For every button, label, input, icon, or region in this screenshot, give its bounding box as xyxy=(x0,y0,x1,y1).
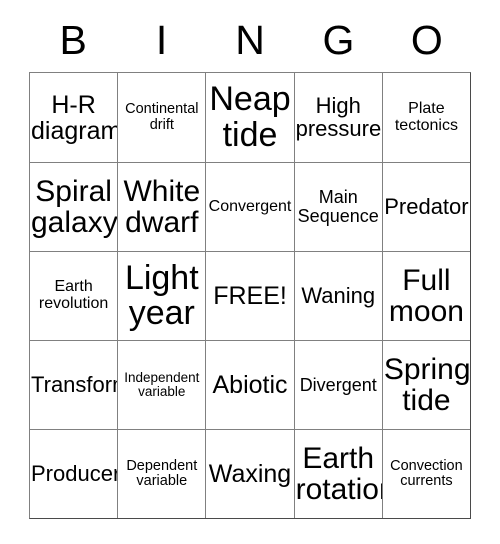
bingo-cell-label: Plate tectonics xyxy=(394,99,458,134)
bingo-cell-label: Earth revolution xyxy=(38,278,109,312)
bingo-cell[interactable]: Producer xyxy=(30,429,118,518)
bingo-cell[interactable]: Divergent xyxy=(293,340,382,429)
bingo-row: Earth revolution Light year FREE! Waning Ful… xyxy=(30,251,471,340)
bingo-header-letter-g: G xyxy=(294,8,382,72)
bingo-cell-label: Neap tide xyxy=(209,80,291,154)
bingo-cell-label: Convection currents xyxy=(390,457,463,489)
bingo-cell[interactable]: Waning xyxy=(293,251,382,340)
bingo-cell-label: Divergent xyxy=(299,374,377,395)
bingo-cell[interactable]: White dwarf xyxy=(117,162,206,251)
bingo-cell-label: Light year xyxy=(124,258,199,332)
bingo-cell[interactable]: Neap tide xyxy=(205,73,294,162)
bingo-cell[interactable]: Convection currents xyxy=(381,429,471,518)
bingo-cell-label: Dependent variable xyxy=(126,457,198,489)
bingo-card: B I N G O H-R diagram Continental drift Ne… xyxy=(29,8,471,519)
bingo-cell-label: Spring tide xyxy=(383,352,471,417)
bingo-cell[interactable]: High pressure xyxy=(293,73,382,162)
bingo-grid: H-R diagram Continental drift Neap tide Hig… xyxy=(29,72,471,519)
bingo-cell-label: H-R diagram xyxy=(31,90,118,145)
header-letter-text: N xyxy=(235,16,265,63)
bingo-cell-label: Independent variable xyxy=(124,369,200,399)
bingo-cell[interactable]: Full moon xyxy=(381,251,471,340)
bingo-cell-label: High pressure xyxy=(295,92,382,141)
bingo-cell-label: Full moon xyxy=(388,263,464,328)
bingo-cell[interactable]: Plate tectonics xyxy=(381,73,471,162)
bingo-cell-label: Waning xyxy=(301,282,376,308)
bingo-cell[interactable]: H-R diagram xyxy=(30,73,118,162)
bingo-cell[interactable]: Earth revolution xyxy=(30,251,118,340)
bingo-cell[interactable]: Earth rotation xyxy=(293,429,382,518)
bingo-cell[interactable]: Transform xyxy=(30,340,118,429)
bingo-header-letter-o: O xyxy=(383,8,471,72)
bingo-header-letter-b: B xyxy=(29,8,117,72)
bingo-cell[interactable]: Waxing xyxy=(205,429,294,518)
bingo-cell[interactable]: Spring tide xyxy=(381,340,471,429)
bingo-cell-label: Waxing xyxy=(208,460,292,488)
bingo-header-letter-n: N xyxy=(206,8,294,72)
bingo-cell-label: Spiral galaxy xyxy=(31,174,118,239)
bingo-cell[interactable]: Continental drift xyxy=(117,73,206,162)
header-letter-text: G xyxy=(322,16,355,63)
bingo-cell-label: Transform xyxy=(31,371,117,397)
bingo-cell-label: Continental drift xyxy=(125,101,199,133)
bingo-cell[interactable]: Dependent variable xyxy=(117,429,206,518)
bingo-cell[interactable]: Convergent xyxy=(205,162,294,251)
bingo-row: Spiral galaxy White dwarf Convergent Main S… xyxy=(30,162,471,251)
bingo-free-space-cell[interactable]: FREE! xyxy=(205,251,294,340)
bingo-cell-label: White dwarf xyxy=(123,174,201,239)
bingo-cell-label: Abiotic xyxy=(212,371,288,399)
bingo-cell-label: Convergent xyxy=(208,197,292,215)
bingo-row: Transform Independent variable Abiotic Dive… xyxy=(30,340,471,429)
bingo-cell-label: Predator xyxy=(384,193,469,219)
bingo-cell[interactable]: Abiotic xyxy=(205,340,294,429)
bingo-cell-label: Producer xyxy=(31,460,118,486)
bingo-header: B I N G O xyxy=(29,8,471,72)
bingo-cell-label: FREE! xyxy=(213,282,287,310)
bingo-cell[interactable]: Main Sequence xyxy=(293,162,382,251)
bingo-cell[interactable]: Independent variable xyxy=(117,340,206,429)
header-letter-text: I xyxy=(155,16,168,63)
header-letter-text: O xyxy=(410,16,443,63)
bingo-cell[interactable]: Predator xyxy=(381,162,471,251)
bingo-cell[interactable]: Spiral galaxy xyxy=(30,162,118,251)
header-letter-text: B xyxy=(59,16,87,63)
bingo-row: Producer Dependent variable Waxing Earth ro… xyxy=(30,429,471,518)
bingo-header-letter-i: I xyxy=(117,8,205,72)
bingo-cell-label: Main Sequence xyxy=(297,187,379,226)
bingo-cell[interactable]: Light year xyxy=(117,251,206,340)
bingo-cell-label: Earth rotation xyxy=(295,441,382,506)
bingo-row: H-R diagram Continental drift Neap tide Hig… xyxy=(30,73,471,162)
